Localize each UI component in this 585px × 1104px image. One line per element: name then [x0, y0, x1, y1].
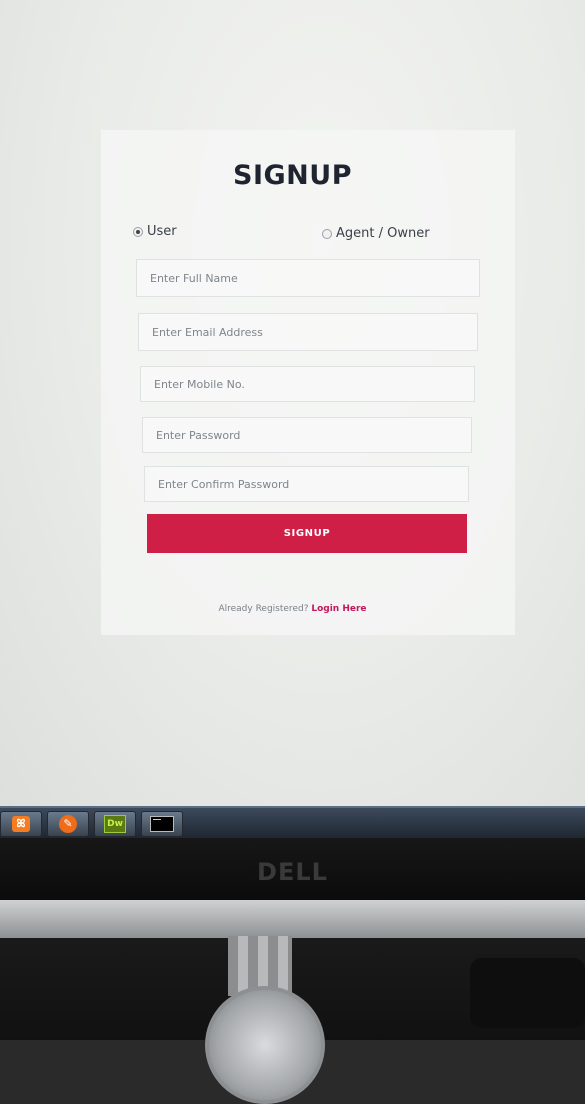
feather-icon: ✎ [59, 815, 77, 833]
login-prompt: Already Registered? Login Here [0, 604, 585, 614]
taskbar-feather-button[interactable]: ✎ [47, 811, 89, 837]
radio-checked-icon[interactable] [133, 226, 143, 237]
signup-button[interactable]: SIGNUP [147, 514, 467, 553]
confirm-password-input[interactable] [144, 466, 469, 502]
radio-user-label: User [147, 224, 177, 239]
xampp-icon: ꕤ [12, 816, 30, 832]
email-input[interactable] [138, 313, 478, 351]
monitor-stand [0, 900, 585, 938]
dreamweaver-icon: Dw [104, 815, 126, 833]
radio-agent-owner[interactable]: Agent / Owner [322, 226, 430, 241]
radio-user[interactable]: User [133, 224, 177, 239]
command-prompt-icon [150, 816, 174, 832]
taskbar: ꕤ ✎ Dw [0, 806, 585, 840]
monitor-brand-logo: DELL [257, 858, 328, 886]
login-link[interactable]: Login Here [311, 604, 366, 614]
taskbar-xampp-button[interactable]: ꕤ [0, 811, 42, 837]
taskbar-cmd-button[interactable] [141, 811, 183, 837]
taskbar-dreamweaver-button[interactable]: Dw [94, 811, 136, 837]
page-title: SIGNUP [233, 160, 352, 191]
password-input[interactable] [142, 417, 472, 453]
role-radio-group: User Agent / Owner [133, 224, 433, 244]
car-key-fob [470, 958, 585, 1028]
monitor-screen: SIGNUP User Agent / Owner SIGNUP Already… [0, 0, 585, 808]
radio-unchecked-icon[interactable] [322, 228, 332, 239]
radio-agent-owner-label: Agent / Owner [336, 226, 430, 241]
full-name-input[interactable] [136, 259, 480, 297]
mobile-input[interactable] [140, 366, 475, 402]
watch-face [205, 986, 325, 1104]
login-prompt-text: Already Registered? [218, 604, 309, 614]
